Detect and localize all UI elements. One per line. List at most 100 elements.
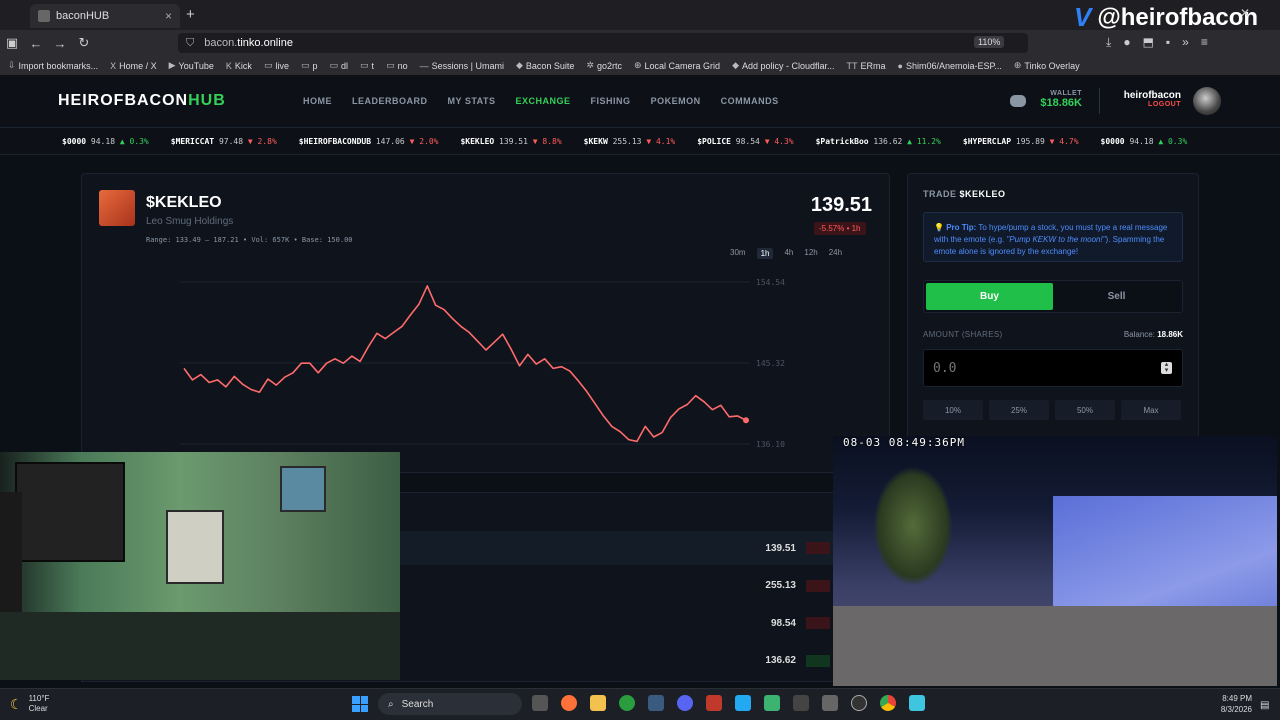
browser-tab[interactable]: baconHUB × <box>30 4 180 28</box>
logout-link[interactable]: LOGOUT <box>1112 101 1181 108</box>
tab-close-icon[interactable]: × <box>165 9 172 23</box>
sell-button[interactable]: Sell <box>1053 283 1180 310</box>
avatar[interactable] <box>1193 87 1221 115</box>
nav-item-leaderboard[interactable]: LEADERBOARD <box>352 96 428 106</box>
percent-button-10pct[interactable]: 10% <box>923 400 983 420</box>
steam-icon[interactable] <box>648 695 664 711</box>
sidebar-toggle-icon[interactable]: ▣ <box>0 35 24 51</box>
nav-item-commands[interactable]: COMMANDS <box>721 96 779 106</box>
new-tab-button[interactable]: + <box>186 6 195 23</box>
bookmark-item[interactable]: ⊕ Tinko Overlay <box>1014 60 1080 71</box>
timeframe-4h[interactable]: 4h <box>784 248 793 259</box>
bookmark-item[interactable]: — Sessions | Umami <box>420 61 504 71</box>
bookmark-item[interactable]: ● Shim06/Anemoia-ESP... <box>898 61 1002 71</box>
bookmark-item[interactable]: TT ERma <box>847 61 886 71</box>
forward-icon[interactable]: → <box>48 36 72 51</box>
chrome-icon[interactable] <box>880 695 896 711</box>
bookmark-icon: ⇩ <box>8 60 16 70</box>
bookmark-label: Shim06/Anemoia-ESP... <box>905 60 1002 71</box>
addon-icon[interactable]: ▪ <box>1166 35 1170 50</box>
tab-title: baconHUB <box>56 10 110 22</box>
timeframe-24h[interactable]: 24h <box>829 248 842 259</box>
bookmark-item[interactable]: ▭ no <box>386 60 408 71</box>
bookmark-item[interactable]: ◆ Add policy - Cloudflar... <box>732 60 834 71</box>
bookmark-item[interactable]: ⊕ Local Camera Grid <box>634 60 720 71</box>
bookmark-item[interactable]: ✲ go2rtc <box>586 60 622 71</box>
firefox-icon[interactable] <box>561 695 577 711</box>
notification-icon[interactable]: ▤ <box>1260 700 1269 711</box>
download-icon[interactable]: ⤓ <box>1106 35 1111 50</box>
close-window-icon[interactable]: ✕ <box>1240 6 1250 20</box>
bookmark-item[interactable]: ▶ YouTube <box>169 60 214 71</box>
amount-input[interactable] <box>923 349 1183 387</box>
ticker-item[interactable]: $HEIROFBACONDUB 147.06 ▼ 2.0% <box>299 137 439 146</box>
nav-item-fishing[interactable]: FISHING <box>591 96 631 106</box>
task-view-icon[interactable] <box>532 695 548 711</box>
system-clock[interactable]: 8:49 PM 8/3/2026 <box>1210 693 1252 715</box>
bookmark-item[interactable]: ▭ live <box>264 60 289 71</box>
puzzle-icon[interactable]: ⬒ <box>1143 35 1154 50</box>
nav-item-my-stats[interactable]: MY STATS <box>448 96 496 106</box>
market-row[interactable]: 98.54 <box>400 606 890 640</box>
timeframe-1h[interactable]: 1h <box>756 248 774 259</box>
ticker-item[interactable]: $0000 94.18 ▲ 0.3% <box>1101 137 1188 146</box>
lightbulb-icon: 💡 <box>934 223 944 232</box>
discord-icon[interactable] <box>1010 95 1026 107</box>
buy-button[interactable]: Buy <box>926 283 1053 310</box>
obs-icon[interactable] <box>851 695 867 711</box>
market-row[interactable]: 136.62 <box>400 644 890 678</box>
timeframe-30m[interactable]: 30m <box>730 248 746 259</box>
nav-item-pokemon[interactable]: POKEMON <box>651 96 701 106</box>
window-app-icon[interactable] <box>822 695 838 711</box>
bookmark-item[interactable]: ▭ dl <box>330 60 349 71</box>
site-logo[interactable]: HEIROFBACONHUB <box>58 92 226 110</box>
market-row[interactable]: 139.51 <box>400 531 890 565</box>
percent-button-max[interactable]: Max <box>1121 400 1181 420</box>
notes-app-icon[interactable] <box>706 695 722 711</box>
file-explorer-icon[interactable] <box>590 695 606 711</box>
bookmark-icon: K <box>225 60 232 71</box>
ticker-item[interactable]: $POLICE 98.54 ▼ 4.3% <box>697 137 793 146</box>
bookmark-item[interactable]: ▭ p <box>301 60 318 71</box>
bookmark-item[interactable]: X Home / X <box>110 61 157 71</box>
extension-icon[interactable]: ● <box>1123 35 1130 50</box>
taskbar-search[interactable]: ⌕ Search <box>378 693 522 715</box>
ticker-item[interactable]: $KEKW 255.13 ▼ 4.1% <box>584 137 676 146</box>
terminal-icon[interactable] <box>793 695 809 711</box>
bookmark-item[interactable]: ⇩ Import bookmarks... <box>8 60 98 71</box>
xbox-icon[interactable] <box>619 695 635 711</box>
bookmark-item[interactable]: ▭ t <box>360 60 374 71</box>
ticker-item[interactable]: $PatrickBoo 136.62 ▲ 11.2% <box>816 137 941 146</box>
ticker-price: 139.51 <box>499 137 528 146</box>
market-row[interactable]: 255.13 <box>400 569 890 603</box>
ticker-item[interactable]: $HYPERCLAP 195.89 ▼ 4.7% <box>963 137 1079 146</box>
terminal-play-icon[interactable] <box>764 695 780 711</box>
vscode-icon[interactable] <box>735 695 751 711</box>
menu-icon[interactable]: ≡ <box>1201 35 1208 50</box>
back-icon[interactable]: ← <box>24 36 48 51</box>
notepad-icon[interactable] <box>909 695 925 711</box>
amount-stepper[interactable]: ▴ ▾ <box>1161 361 1172 374</box>
address-bar[interactable]: ⛉ bacon. tinko.online <box>178 33 1028 53</box>
percent-button-25pct[interactable]: 25% <box>989 400 1049 420</box>
bookmark-item[interactable]: K Kick <box>226 61 252 71</box>
percent-button-50pct[interactable]: 50% <box>1055 400 1115 420</box>
ticker-item[interactable]: $0000 94.18 ▲ 0.3% <box>62 137 149 146</box>
bookmark-label: Add policy - Cloudflar... <box>741 60 835 71</box>
ticker-change: ▼ 4.3% <box>764 137 794 146</box>
ticker-item[interactable]: $KEKLEO 139.51 ▼ 8.8% <box>460 137 561 146</box>
nav-item-home[interactable]: HOME <box>303 96 332 106</box>
start-button[interactable] <box>352 696 368 712</box>
weather-widget[interactable]: ☾ 110°F Clear <box>10 694 49 714</box>
nav-item-exchange[interactable]: EXCHANGE <box>516 96 571 106</box>
ticker-symbol: $0000 <box>62 137 87 146</box>
ticker-item[interactable]: $MERICCAT 97.48 ▼ 2.8% <box>171 137 277 146</box>
discord-app-icon[interactable] <box>677 695 693 711</box>
zoom-level-badge[interactable]: 110% <box>974 36 1005 48</box>
bookmark-icon: ● <box>897 60 903 71</box>
timeframe-12h[interactable]: 12h <box>804 248 817 259</box>
bookmark-item[interactable]: ◆ Bacon Suite <box>516 60 574 71</box>
reload-icon[interactable]: ↻ <box>72 35 96 51</box>
overflow-icon[interactable]: » <box>1182 35 1189 50</box>
bookmark-label: go2rtc <box>596 60 622 71</box>
